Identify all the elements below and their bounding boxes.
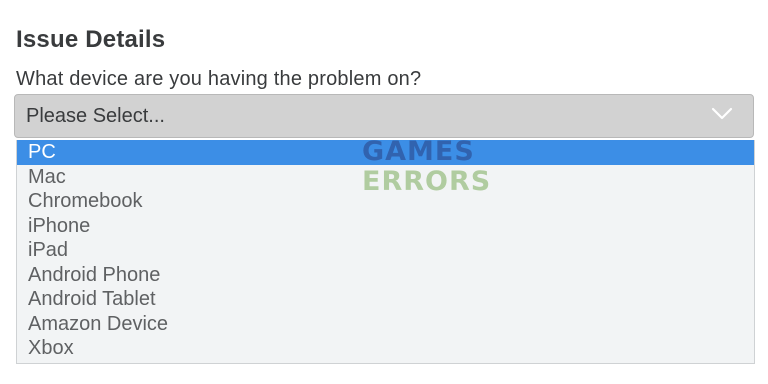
option-chromebook[interactable]: Chromebook bbox=[17, 189, 754, 214]
device-select-value: Please Select... bbox=[26, 105, 165, 127]
option-amazon-device[interactable]: Amazon Device bbox=[17, 312, 754, 337]
device-options-list: PC Mac Chromebook iPhone iPad Android Ph… bbox=[16, 140, 755, 364]
device-question-label: What device are you having the problem o… bbox=[16, 68, 422, 90]
option-xbox[interactable]: Xbox bbox=[17, 336, 754, 361]
option-mac[interactable]: Mac bbox=[17, 165, 754, 190]
chevron-down-icon bbox=[711, 107, 733, 120]
option-android-phone[interactable]: Android Phone bbox=[17, 263, 754, 288]
option-pc[interactable]: PC bbox=[17, 140, 754, 165]
option-ipad[interactable]: iPad bbox=[17, 238, 754, 263]
device-select[interactable]: Please Select... bbox=[14, 94, 754, 138]
option-iphone[interactable]: iPhone bbox=[17, 214, 754, 239]
option-android-tablet[interactable]: Android Tablet bbox=[17, 287, 754, 312]
section-heading: Issue Details bbox=[16, 26, 166, 53]
